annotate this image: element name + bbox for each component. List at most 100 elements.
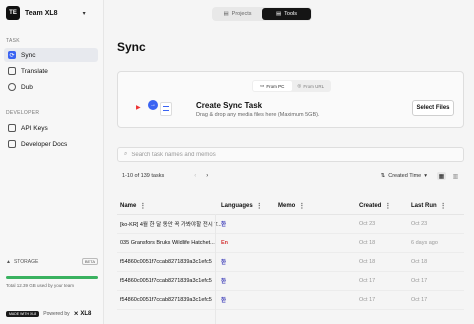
cell-last-run: Oct 17 — [411, 297, 428, 303]
sidebar-item-translate[interactable]: Translate — [4, 64, 98, 78]
table-row[interactable]: f54860c0051f7ccab8271839a3c1efc5 한 Oct 1… — [117, 291, 464, 310]
column-created[interactable]: Created ⋮ — [359, 202, 411, 210]
monitor-icon: ▭ — [260, 83, 265, 88]
tab-from-url[interactable]: ◎ From URL — [292, 81, 331, 91]
storage-progress-fill — [6, 276, 98, 279]
card-title: Create Sync Task — [196, 101, 263, 110]
next-page-icon[interactable]: › — [206, 173, 208, 179]
upload-dropzone[interactable]: ▭ From PC ◎ From URL ▶ → Create Sync Tas… — [117, 71, 464, 128]
cell-name: f54860c0051f7ccab8271839a3c1efc5 — [120, 297, 212, 303]
cell-created: Oct 18 — [359, 240, 376, 246]
select-files-button[interactable]: Select Files — [412, 100, 454, 116]
column-last-run[interactable]: Last Run ⋮ — [411, 202, 464, 210]
cell-language: 한 — [221, 279, 227, 285]
tab-from-url-label: From URL — [303, 83, 325, 89]
team-logo: TE — [6, 6, 20, 20]
source-toggle: ▭ From PC ◎ From URL — [252, 80, 331, 92]
tab-from-pc-label: From PC — [266, 83, 285, 89]
storage-label: STORAGE — [13, 258, 39, 265]
storage-widget: ▲ STORAGE BETA Total 12.39 GB used by yo… — [6, 258, 98, 288]
sidebar-item-sync[interactable]: ⟳ Sync — [4, 48, 98, 62]
sort-icon: ⇅ — [380, 173, 386, 179]
table-row[interactable]: [ko-KR] 4월 한 달 동안 꼭 가봐야할 전시 T... 한 Oct 2… — [117, 215, 464, 234]
made-with-badge: MADE WITH XL8 — [6, 310, 40, 317]
column-label: Memo — [278, 203, 296, 209]
projects-icon: ▤ — [223, 11, 229, 17]
cell-last-run: Oct 17 — [411, 278, 428, 284]
powered-by: MADE WITH XL8 Powered by ⨯ XL8 — [6, 310, 91, 317]
cell-language: 한 — [221, 222, 227, 228]
column-label: Languages — [221, 203, 253, 209]
pagination: ‹ › — [194, 173, 208, 179]
prev-page-icon[interactable]: ‹ — [194, 173, 196, 179]
sidebar-item-label: Developer Docs — [21, 140, 68, 148]
kebab-icon[interactable]: ⋮ — [298, 202, 305, 210]
kebab-icon[interactable]: ⋮ — [256, 202, 263, 210]
cell-created: Oct 18 — [359, 259, 376, 265]
sidebar-item-api-keys[interactable]: API Keys — [4, 121, 98, 135]
key-icon — [8, 124, 16, 132]
kebab-icon[interactable]: ⋮ — [384, 202, 391, 210]
brand-name: XL8 — [80, 311, 92, 317]
dub-icon — [8, 83, 16, 91]
tools-icon: ▤ — [275, 11, 282, 17]
column-divider — [215, 214, 216, 324]
sidebar-item-label: API Keys — [21, 124, 48, 132]
tab-projects[interactable]: ▤ Projects — [213, 8, 262, 20]
card-subtitle: Drag & drop any media files here (Maximu… — [196, 112, 320, 118]
section-label-task: TASK — [6, 38, 20, 44]
team-switcher[interactable]: TE Team XL8 ▾ — [6, 6, 86, 20]
column-languages[interactable]: Languages ⋮ — [221, 202, 278, 210]
grid-view-icon[interactable]: ▥ — [451, 172, 460, 180]
cell-last-run: 6 days ago — [411, 240, 438, 246]
arrow-right-icon: → — [148, 100, 158, 110]
xl8-logo: ⨯ XL8 — [74, 310, 92, 317]
cell-last-run: Oct 23 — [411, 221, 428, 227]
sidebar-item-label: Translate — [21, 67, 48, 75]
cell-created: Oct 17 — [359, 297, 376, 303]
cell-language: 한 — [221, 298, 227, 304]
cell-created: Oct 17 — [359, 278, 376, 284]
view-toggle: ▦ ▥ — [437, 172, 460, 180]
table-header: Name ⋮ Languages ⋮ Memo ⋮ Created ⋮ Last Run… — [117, 198, 464, 215]
sort-dropdown[interactable]: ⇅ Created Time ▾ — [381, 173, 427, 179]
column-name[interactable]: Name ⋮ — [117, 202, 221, 210]
storage-usage-text: Total 12.39 GB used by your team — [6, 283, 75, 288]
upload-illustration: ▶ → — [128, 98, 178, 120]
column-label: Name — [120, 203, 137, 209]
tab-tools[interactable]: ▤ Tools — [262, 8, 311, 20]
tab-projects-label: Projects — [231, 11, 252, 17]
search-icon: ⌕ — [124, 151, 128, 157]
search-input[interactable] — [131, 151, 432, 158]
kebab-icon[interactable]: ⋮ — [139, 202, 146, 210]
sidebar-item-developer-docs[interactable]: Developer Docs — [4, 137, 98, 151]
docs-icon — [8, 140, 16, 148]
table-row[interactable]: f54860c0051f7ccab8271839a3c1efc5 한 Oct 1… — [117, 253, 464, 272]
cell-name: [ko-KR] 4월 한 달 동안 꼭 가봐야할 전시 T... — [120, 222, 221, 228]
storage-progress-bar — [6, 276, 98, 279]
mode-switch: ▤ Projects ▤ Tools — [212, 7, 312, 21]
cell-language: En — [221, 240, 229, 246]
team-name: Team XL8 — [25, 9, 58, 17]
sidebar-item-label: Sync — [21, 51, 36, 59]
globe-icon: ◎ — [297, 83, 302, 88]
cell-last-run: Oct 18 — [411, 259, 428, 265]
tab-from-pc[interactable]: ▭ From PC — [253, 81, 292, 91]
tasks-table: Name ⋮ Languages ⋮ Memo ⋮ Created ⋮ Last Run… — [117, 198, 464, 310]
cell-name: f54860c0051f7ccab8271839a3c1efc5 — [120, 278, 212, 284]
chevron-down-icon: ▾ — [82, 10, 86, 17]
table-view-icon[interactable]: ▦ — [437, 172, 446, 180]
table-row[interactable]: f54860c0051f7ccab8271839a3c1efc5 한 Oct 1… — [117, 272, 464, 291]
kebab-icon[interactable]: ⋮ — [440, 202, 447, 210]
sidebar-item-label: Dub — [21, 83, 33, 91]
caret-down-icon: ▾ — [424, 173, 427, 179]
translate-icon — [8, 67, 16, 75]
sync-icon: ⟳ — [8, 51, 16, 59]
beta-badge: BETA — [81, 258, 98, 265]
table-row[interactable]: 035 Gransfors Bruks Wildlife Hatchet... … — [117, 234, 464, 253]
sort-label: Created Time — [388, 173, 422, 179]
search-bar[interactable]: ⌕ — [117, 147, 464, 162]
storage-icon: ▲ — [6, 258, 11, 265]
column-memo[interactable]: Memo ⋮ — [278, 202, 359, 210]
sidebar-item-dub[interactable]: Dub — [4, 80, 98, 94]
